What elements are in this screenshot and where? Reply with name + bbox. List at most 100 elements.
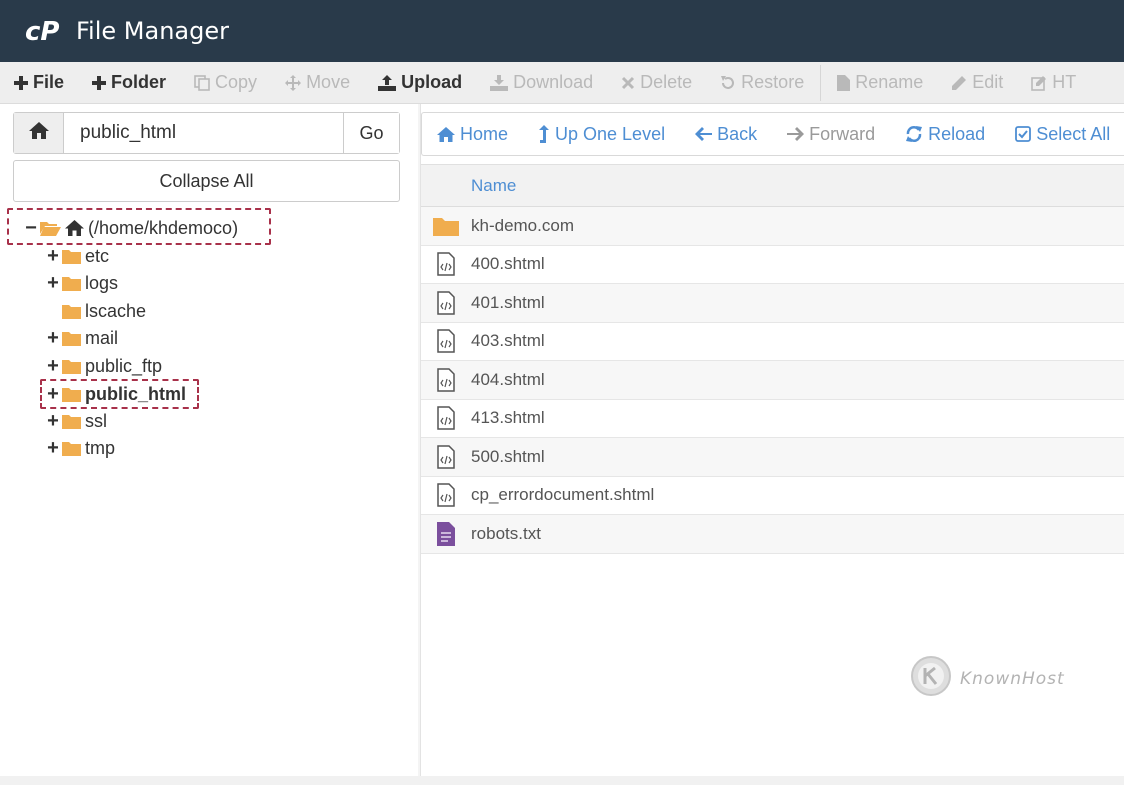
copy-icon [194,74,210,91]
folder-icon [62,359,81,374]
knownhost-logo-icon [910,655,952,702]
expand-toggle-icon[interactable]: + [46,245,60,268]
tree-item-ssl[interactable]: + ssl [46,408,107,434]
download-button[interactable]: Download [476,62,607,103]
table-row[interactable]: 401.shtml [421,284,1124,323]
path-input[interactable] [64,113,343,153]
expand-toggle-icon[interactable]: + [46,327,60,350]
home-icon [65,220,84,236]
restore-button[interactable]: Restore [706,62,818,103]
home-directory-button[interactable] [14,113,64,153]
folder-open-icon [40,220,61,236]
edit-square-icon [1031,75,1047,91]
checkbox-icon [1015,126,1032,142]
toolbar: File Folder Copy Move Upload Download De… [0,62,1124,104]
folder-icon [62,276,81,291]
cpanel-logo-icon: cP [24,16,64,46]
path-bar: Go [13,112,400,154]
tree-root-label: (/home/khdemoco) [88,217,239,238]
file-rows: kh-demo.com 400.shtml 401.shtml 403.shtm… [421,207,1124,554]
table-row[interactable]: 400.shtml [421,246,1124,284]
new-folder-button[interactable]: Folder [78,62,180,103]
text-file-icon [421,521,471,546]
tree-root[interactable]: − (/home/khdemoco) [24,215,238,241]
refresh-icon [905,125,923,143]
folder-icon [62,441,81,456]
close-icon [621,76,635,90]
upload-button[interactable]: Upload [364,62,476,103]
html-editor-button[interactable]: HT [1017,62,1090,103]
app-header: cP File Manager [0,0,1124,62]
delete-button[interactable]: Delete [607,62,706,103]
table-row[interactable]: 500.shtml [421,438,1124,477]
tree-item-etc[interactable]: + etc [46,243,109,269]
file-icon [837,74,851,91]
expand-toggle-icon[interactable]: + [46,272,60,295]
collapse-all-button[interactable]: Collapse All [13,160,400,202]
directory-tree-panel: Go Collapse All − (/home/khdemoco) + etc… [0,104,418,776]
table-row[interactable]: robots.txt [421,515,1124,554]
home-icon [28,122,49,144]
file-table: Name kh-demo.com 400.shtml 401.shtml 403… [421,164,1124,554]
forward-button[interactable]: Forward [772,124,890,145]
expand-toggle-icon[interactable]: + [46,383,60,406]
level-up-icon [538,125,550,143]
knownhost-watermark: KnownHost [910,655,1065,702]
tree-item-public-ftp[interactable]: + public_ftp [46,353,162,379]
reload-button[interactable]: Reload [890,124,1000,145]
move-button[interactable]: Move [271,62,364,103]
code-file-icon [421,483,471,507]
table-row[interactable]: kh-demo.com [421,207,1124,246]
code-file-icon [421,329,471,353]
code-file-icon [421,291,471,315]
tree-item-mail[interactable]: + mail [46,325,118,351]
table-row[interactable]: 413.shtml [421,400,1124,438]
folder-icon [62,331,81,346]
edit-button[interactable]: Edit [937,62,1017,103]
folder-icon [421,216,471,236]
column-header-name[interactable]: Name [471,176,516,196]
expand-toggle-icon[interactable]: + [46,355,60,378]
folder-icon [62,414,81,429]
code-file-icon [421,368,471,392]
copy-button[interactable]: Copy [180,62,271,103]
arrow-left-icon [695,127,713,141]
bottom-strip [0,776,1124,785]
expand-toggle-icon[interactable]: + [46,410,60,433]
table-row[interactable]: 404.shtml [421,361,1124,400]
code-file-icon [421,406,471,430]
home-icon [437,126,455,142]
select-all-button[interactable]: Select All [1000,124,1124,145]
expand-toggle-icon[interactable]: + [46,437,60,460]
up-one-level-button[interactable]: Up One Level [523,124,680,145]
back-button[interactable]: Back [680,124,772,145]
tree-item-logs[interactable]: + logs [46,270,118,296]
upload-icon [378,74,397,91]
collapse-toggle-icon[interactable]: − [24,217,38,240]
watermark-text: KnownHost [960,668,1065,689]
toolbar-divider [820,64,822,101]
plus-icon [14,75,28,90]
folder-icon [62,387,81,402]
go-button[interactable]: Go [343,113,399,153]
folder-icon [62,249,81,264]
code-file-icon [421,252,471,276]
app-title: File Manager [76,17,229,45]
code-file-icon [421,445,471,469]
home-nav-button[interactable]: Home [422,124,523,145]
tree-item-lscache[interactable]: lscache [62,298,146,324]
table-row[interactable]: 403.shtml [421,323,1124,361]
plus-icon [92,75,107,90]
move-icon [285,74,302,91]
navigation-bar: Home Up One Level Back Forward Reload Se… [421,112,1124,156]
undo-icon [720,75,736,91]
pencil-icon [951,75,967,91]
download-icon [490,74,509,91]
svg-text:cP: cP [25,17,59,46]
rename-button[interactable]: Rename [823,62,937,103]
table-header: Name [421,164,1124,207]
new-file-button[interactable]: File [0,62,78,103]
tree-item-public-html[interactable]: + public_html [46,381,186,407]
tree-item-tmp[interactable]: + tmp [46,435,115,461]
table-row[interactable]: cp_errordocument.shtml [421,477,1124,515]
